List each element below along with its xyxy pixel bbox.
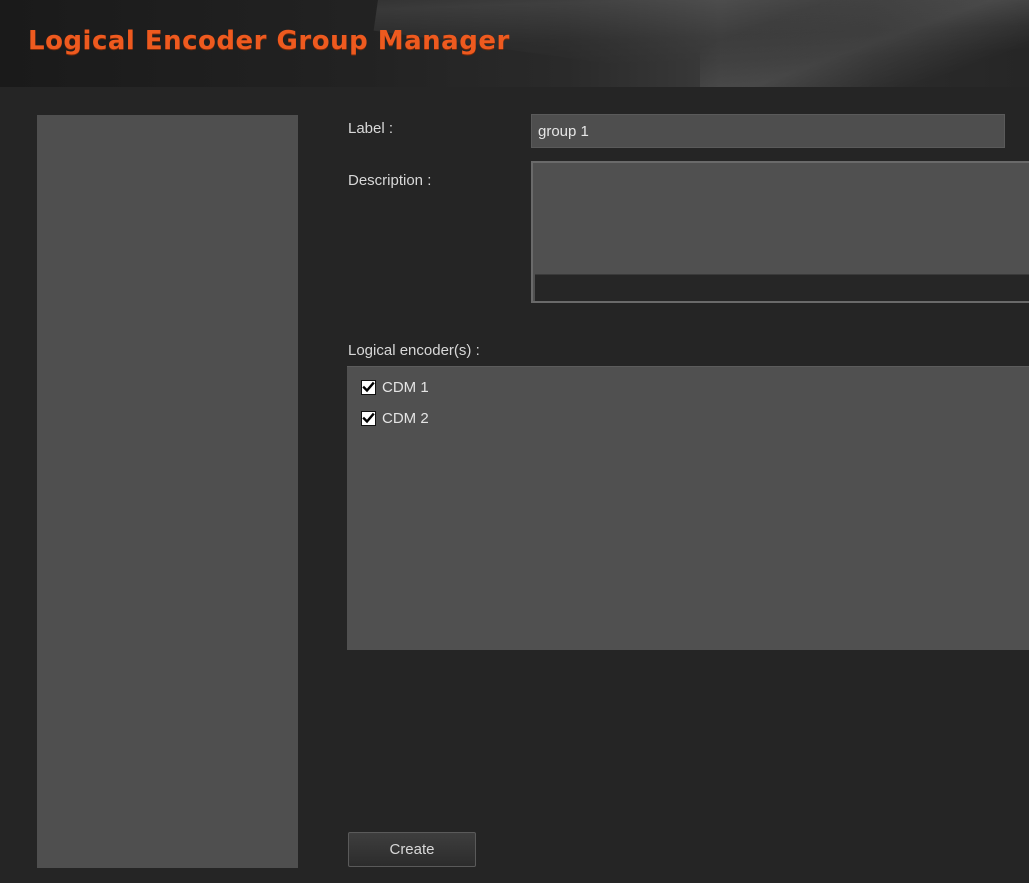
- title-bar: Logical Encoder Group Manager: [0, 0, 1029, 87]
- group-list-panel[interactable]: [37, 115, 298, 868]
- description-horizontal-scrollbar[interactable]: [535, 274, 1029, 301]
- encoder-item-cdm-2[interactable]: CDM 2: [361, 407, 429, 429]
- checkbox-cdm-1[interactable]: [361, 379, 376, 395]
- encoder-item-cdm-1[interactable]: CDM 1: [361, 376, 429, 398]
- label-caption: Label :: [348, 120, 394, 137]
- app-title: Logical Encoder Group Manager: [28, 26, 510, 56]
- description-field: [531, 161, 1029, 303]
- encoder-label: CDM 2: [382, 409, 429, 427]
- logical-encoder-list: CDM 1 CDM 2: [347, 366, 1029, 650]
- encoder-label: CDM 1: [382, 378, 429, 396]
- checkmark-icon: [362, 412, 375, 423]
- logical-encoders-caption: Logical encoder(s) :: [348, 342, 480, 359]
- logical-encoder-group-manager-window: Logical Encoder Group Manager Label : De…: [0, 0, 1029, 883]
- checkmark-icon: [362, 381, 375, 392]
- description-caption: Description :: [348, 172, 432, 189]
- description-input[interactable]: [533, 163, 1029, 275]
- label-input[interactable]: [531, 114, 1005, 148]
- title-bar-sheen-secondary: [700, 0, 1029, 87]
- checkbox-cdm-2[interactable]: [361, 410, 376, 426]
- create-button[interactable]: Create: [348, 832, 476, 867]
